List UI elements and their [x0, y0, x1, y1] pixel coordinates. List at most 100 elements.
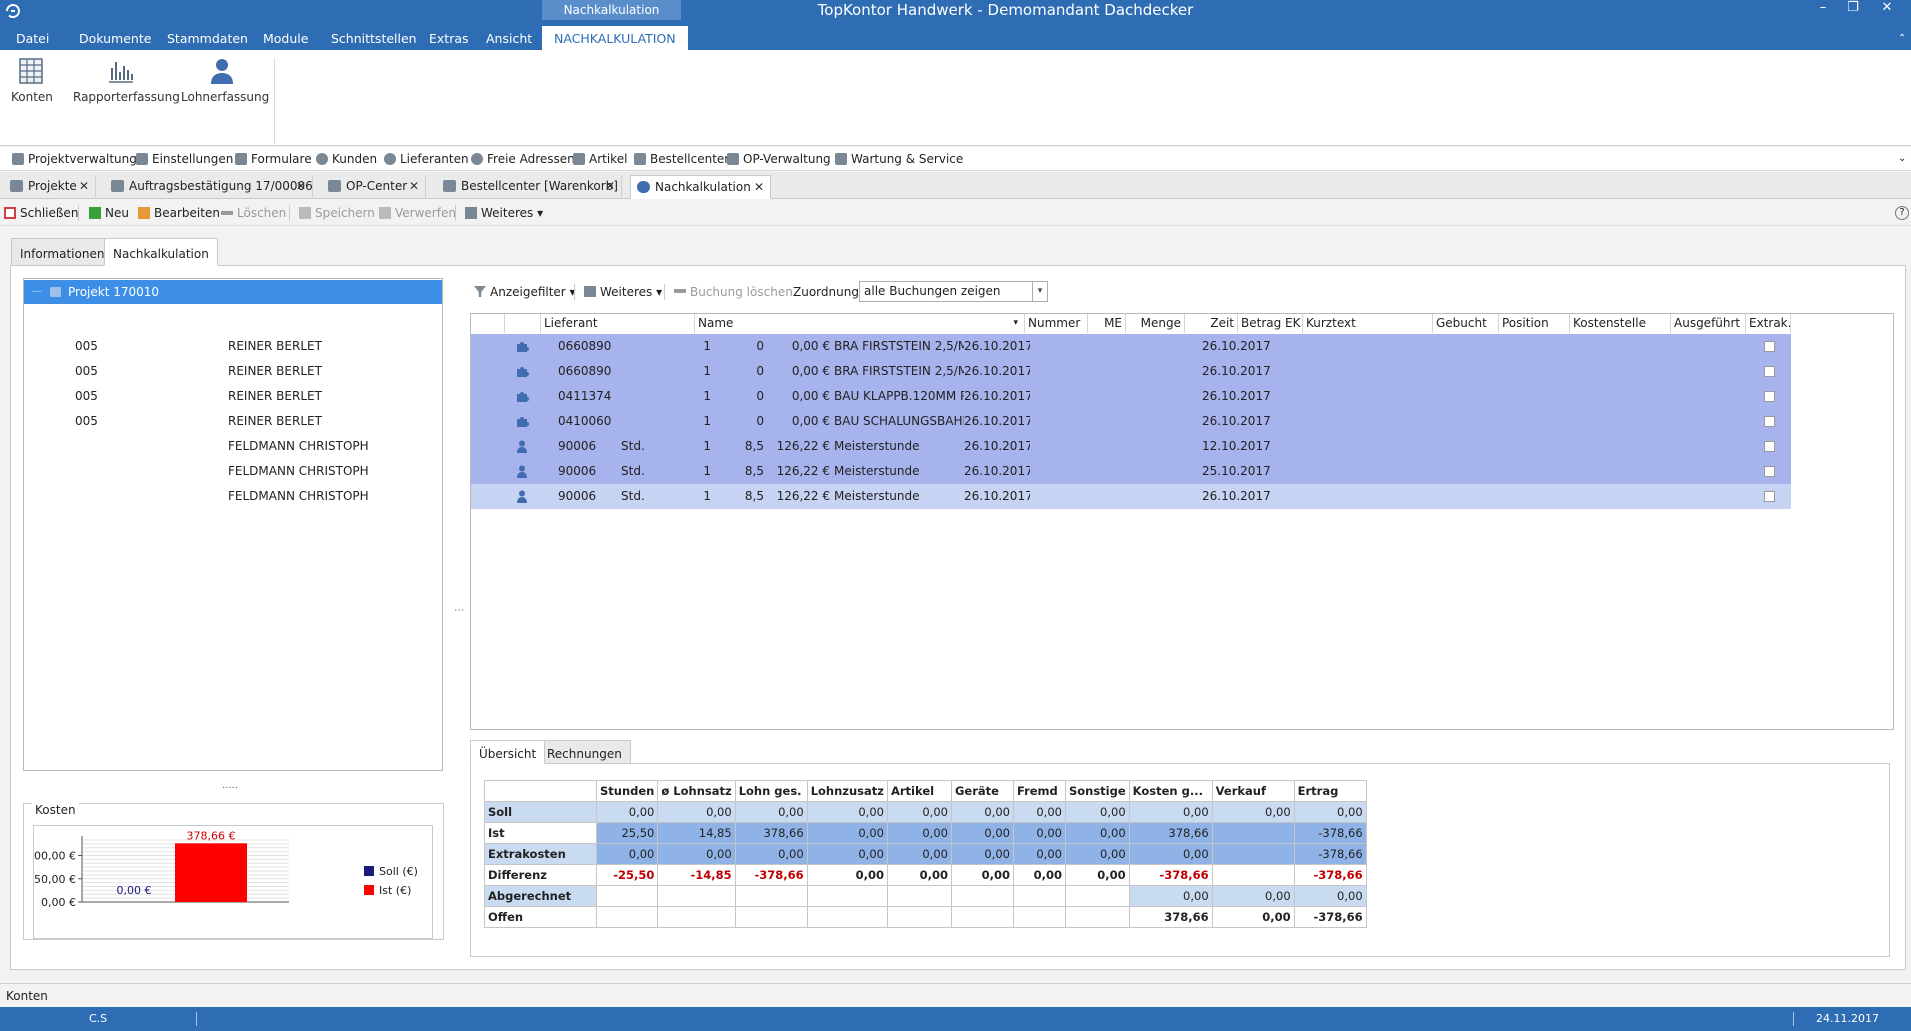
close-tab-icon[interactable]: ✕ [605, 175, 615, 197]
quick-projektverwaltung[interactable]: Projektverwaltung [12, 147, 137, 171]
delete-button[interactable]: Löschen [221, 200, 286, 226]
table-row[interactable]: 005 REINER BERLET 0411374 1 0 0,00 € BAU KLAPP… [75, 384, 1791, 409]
buchung-loeschen-button[interactable]: Buchung löschen [674, 279, 793, 305]
zuordnung-select[interactable]: alle Buchungen zeigen [859, 281, 1048, 302]
app-logo-icon[interactable] [4, 2, 22, 20]
chevron-down-icon[interactable]: ▾ [1032, 282, 1047, 301]
col-lieferant[interactable]: Lieferant [541, 314, 695, 333]
extrakosten-checkbox[interactable] [1764, 441, 1775, 452]
col-ausgefuehrt[interactable]: Ausgeführt [1671, 314, 1746, 333]
vertical-splitter[interactable]: ⋮ [453, 605, 464, 615]
extrakosten-checkbox[interactable] [1764, 466, 1775, 477]
menu-schnittstellen[interactable]: Schnittstellen [331, 26, 417, 50]
menu-nachkalkulation[interactable]: NACHKALKULATION [542, 26, 688, 50]
table-row[interactable]: 005 REINER BERLET 0410060 1 0 0,00 € BAU SCHAL… [75, 409, 1791, 434]
table-row[interactable]: FELDMANN CHRISTOPH 90006 Std. 1 8,5 126,22 € M… [228, 484, 1791, 509]
summary-col[interactable]: Verkauf [1211, 780, 1295, 802]
quick-op-verwaltung[interactable]: OP-Verwaltung [727, 147, 831, 171]
menu-module[interactable]: Module [263, 26, 308, 50]
extrakosten-checkbox[interactable] [1764, 416, 1775, 427]
quick-kunden[interactable]: Kunden [316, 147, 377, 171]
menu-extras[interactable]: Extras [429, 26, 469, 50]
summary-col[interactable]: ø Lohnsatz [657, 780, 736, 802]
col-extrakosten[interactable]: Extrak... [1746, 314, 1791, 333]
summary-cell: -378,66 [1293, 843, 1367, 865]
extrakosten-checkbox[interactable] [1764, 491, 1775, 502]
quickbar-expand-icon[interactable]: ⌄ [1898, 147, 1906, 171]
summary-col[interactable]: Geräte [950, 780, 1014, 802]
menu-ansicht[interactable]: Ansicht [486, 26, 532, 50]
ribbon-collapse-icon[interactable]: ⌃ [1898, 26, 1906, 50]
summary-col[interactable]: Fremd [1012, 780, 1066, 802]
close-window-button[interactable]: ✕ [1870, 0, 1904, 18]
quick-formulare[interactable]: Formulare [235, 147, 312, 171]
col-name[interactable]: Name ▾ [695, 314, 1025, 333]
close-tab-icon[interactable]: ✕ [409, 175, 419, 197]
discard-button[interactable]: Verwerfen [379, 200, 456, 226]
minimize-button[interactable]: – [1806, 0, 1840, 18]
new-button[interactable]: Neu [89, 200, 129, 226]
tab-auftragsbestaetigung[interactable]: Auftragsbestätigung 17/00006 ✕ [105, 175, 313, 199]
menu-stammdaten[interactable]: Stammdaten [167, 26, 248, 50]
help-icon[interactable]: ? [1895, 206, 1909, 220]
tab-rechnungen[interactable]: Rechnungen [538, 740, 631, 764]
menu-datei[interactable]: Datei [16, 26, 49, 50]
col-gebucht[interactable]: Gebucht [1433, 314, 1499, 333]
close-tab-icon[interactable]: ✕ [754, 176, 764, 198]
edit-button[interactable]: Bearbeiten [138, 200, 220, 226]
col-betrag-ek[interactable]: Betrag EK [1238, 314, 1303, 333]
tab-informationen[interactable]: Informationen [11, 238, 114, 266]
summary-col[interactable]: Sonstige [1064, 780, 1130, 802]
tab-nachkalkulation[interactable]: Nachkalkulation ✕ [630, 175, 771, 199]
extrakosten-checkbox[interactable] [1764, 366, 1775, 377]
weiteres-button[interactable]: Weiteres ▾ [584, 279, 662, 305]
tab-projekte[interactable]: Projekte ✕ [4, 175, 96, 199]
quick-einstellungen[interactable]: Einstellungen [136, 147, 233, 171]
more-button[interactable]: Weiteres ▾ [465, 200, 543, 226]
menu-dokumente[interactable]: Dokumente [79, 26, 151, 50]
table-row[interactable]: FELDMANN CHRISTOPH 90006 Std. 1 8,5 126,22 € M… [228, 459, 1791, 484]
summary-col[interactable]: Artikel [886, 780, 952, 802]
tab-bestellcenter[interactable]: Bestellcenter [Warenkorb] ✕ [437, 175, 622, 199]
quick-lieferanten[interactable]: Lieferanten [384, 147, 469, 171]
quick-bestellcenter[interactable]: Bestellcenter [634, 147, 729, 171]
quick-artikel[interactable]: Artikel [573, 147, 627, 171]
restore-button[interactable]: ❐ [1836, 0, 1870, 18]
col-menge[interactable]: Menge [1126, 314, 1185, 333]
close-button[interactable]: Schließen [4, 200, 78, 226]
tree-expander-icon[interactable]: — [32, 280, 42, 304]
col-nummer[interactable]: Nummer [1025, 314, 1088, 333]
cell-name: FELDMANN CHRISTOPH [228, 464, 369, 478]
tab-uebersicht[interactable]: Übersicht [470, 740, 546, 764]
summary-col[interactable]: Stunden [595, 780, 659, 802]
col-kostenstelle[interactable]: Kostenstelle [1570, 314, 1671, 333]
lohnerfassung-button[interactable]: Lohnerfassung [181, 56, 269, 104]
col-zeit[interactable]: Zeit [1185, 314, 1238, 333]
quick-wartung-service[interactable]: Wartung & Service [835, 147, 963, 171]
extrakosten-checkbox[interactable] [1764, 341, 1775, 352]
summary-col[interactable]: Kosten g... [1128, 780, 1213, 802]
tree-node-projekt[interactable]: Projekt 170010 [24, 280, 442, 304]
table-row[interactable]: 005 REINER BERLET 0660890 1 0 0,00 € BRA FIRST… [75, 334, 1791, 359]
quick-freie-adressen[interactable]: Freie Adressen [471, 147, 575, 171]
col-me[interactable]: ME [1088, 314, 1126, 333]
tab-op-center[interactable]: OP-Center ✕ [322, 175, 426, 199]
extrakosten-checkbox[interactable] [1764, 391, 1775, 402]
table-row[interactable]: FELDMANN CHRISTOPH 90006 Std. 1 8,5 126,22 € M… [228, 434, 1791, 459]
summary-cell: 0,00 [1211, 801, 1295, 823]
table-row[interactable]: 005 REINER BERLET 0660890 1 0 0,00 € BRA FIRST… [75, 359, 1791, 384]
summary-col[interactable]: Lohn ges. [734, 780, 808, 802]
rapporterfassung-button[interactable]: Rapporterfassung [73, 56, 180, 104]
close-tab-icon[interactable]: ✕ [79, 175, 89, 197]
konten-button[interactable]: Konten [11, 56, 53, 104]
summary-col[interactable]: Lohnzusatz [806, 780, 888, 802]
summary-col[interactable]: Ertrag [1293, 780, 1367, 802]
cell-me: Std. [621, 439, 645, 453]
horizontal-splitter[interactable]: ..... [222, 780, 238, 791]
col-kurztext[interactable]: Kurztext [1303, 314, 1433, 333]
col-position[interactable]: Position [1499, 314, 1570, 333]
tab-nachkalkulation-detail[interactable]: Nachkalkulation [104, 238, 218, 266]
anzeigefilter-button[interactable]: Anzeigefilter ▾ [474, 279, 576, 305]
close-tab-icon[interactable]: ✕ [296, 175, 306, 197]
save-button[interactable]: Speichern [299, 200, 375, 226]
